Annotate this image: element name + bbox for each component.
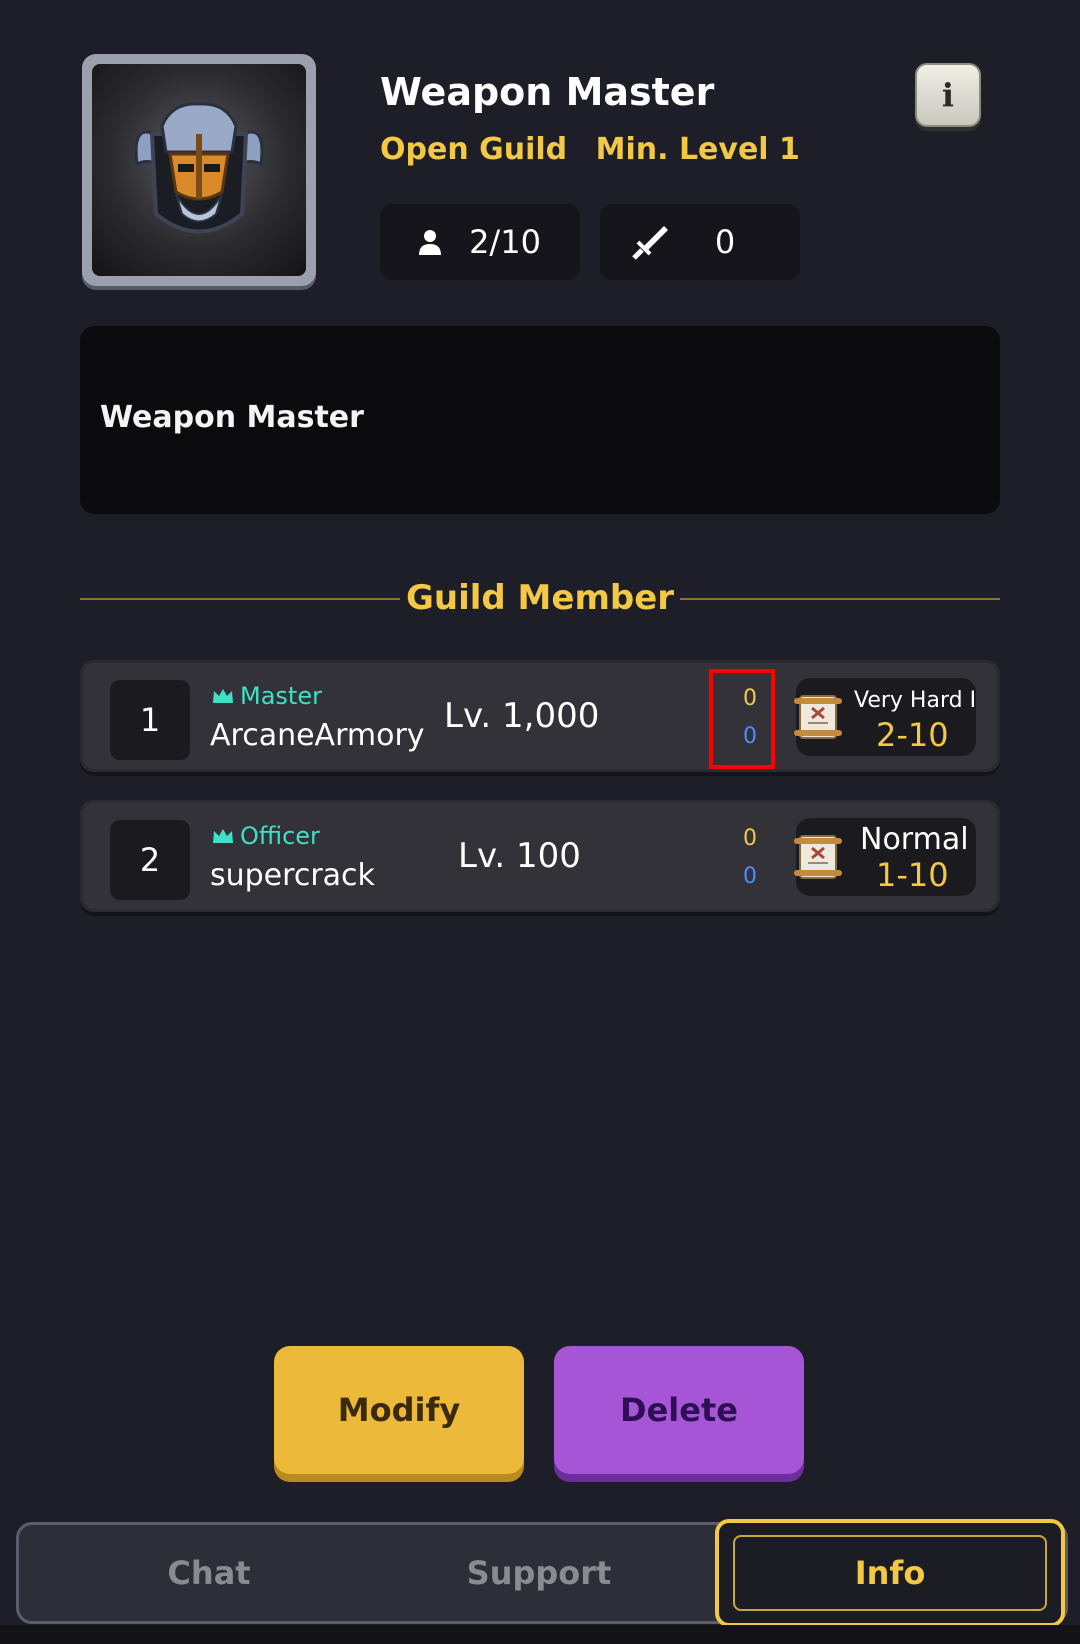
- member-difficulty: Very Hard I: [854, 688, 977, 713]
- guild-subtitle: Open Guild Min. Level 1: [380, 132, 800, 167]
- tab-info[interactable]: Info: [715, 1519, 1065, 1627]
- member-stage: 2-10: [876, 716, 949, 754]
- sword-icon: [630, 222, 670, 262]
- delete-button[interactable]: Delete: [554, 1346, 804, 1474]
- helmet-crest-emblem-icon: [134, 102, 264, 234]
- info-button[interactable]: i: [915, 63, 981, 127]
- guild-name: Weapon Master: [380, 70, 715, 114]
- member-difficulty-badge: Very Hard I 2-10: [794, 678, 977, 756]
- tab-chat[interactable]: Chat: [79, 1525, 339, 1621]
- guild-type: Open Guild: [380, 132, 568, 167]
- guild-description-box: Weapon Master: [80, 326, 1000, 514]
- member-name: supercrack: [210, 858, 375, 893]
- guild-power-value: 0: [714, 223, 736, 261]
- person-icon: [410, 222, 450, 262]
- member-score-bottom: 0: [743, 864, 757, 889]
- member-row[interactable]: 2 Officer supercrack Lv. 100 0 0 Normal …: [80, 800, 1000, 912]
- tab-support[interactable]: Support: [409, 1525, 669, 1621]
- scroll-icon: [794, 695, 842, 739]
- members-count-stat: 2/10: [380, 204, 580, 280]
- section-title: Guild Member: [0, 578, 1080, 618]
- member-row[interactable]: 1 Master ArcaneArmory Lv. 1,000 0 0 Very…: [80, 660, 1000, 772]
- bottom-strip: [0, 1625, 1080, 1644]
- member-rank: 1: [110, 680, 190, 760]
- member-role: Master: [212, 682, 322, 710]
- scroll-icon: [794, 835, 842, 879]
- member-role: Officer: [212, 822, 320, 850]
- member-rank: 2: [110, 820, 190, 900]
- guild-description: Weapon Master: [100, 400, 364, 435]
- member-name: ArcaneArmory: [210, 718, 425, 753]
- member-difficulty: Normal: [860, 822, 969, 857]
- guild-emblem[interactable]: [82, 54, 316, 286]
- member-level: Lv. 1,000: [444, 696, 600, 736]
- member-score-top: 0: [743, 826, 757, 851]
- members-count-value: 2/10: [469, 223, 541, 261]
- modify-button[interactable]: Modify: [274, 1346, 524, 1474]
- bottom-tab-bar: Chat Support Info: [16, 1519, 1068, 1627]
- crown-icon: [213, 829, 233, 843]
- member-level: Lv. 100: [458, 836, 581, 876]
- crown-icon: [213, 689, 233, 703]
- guild-power-stat: 0: [600, 204, 800, 280]
- guild-min-level: Min. Level 1: [595, 132, 800, 167]
- highlight-box: [709, 669, 775, 769]
- member-difficulty-badge: Normal 1-10: [794, 818, 976, 896]
- member-stage: 1-10: [876, 856, 949, 894]
